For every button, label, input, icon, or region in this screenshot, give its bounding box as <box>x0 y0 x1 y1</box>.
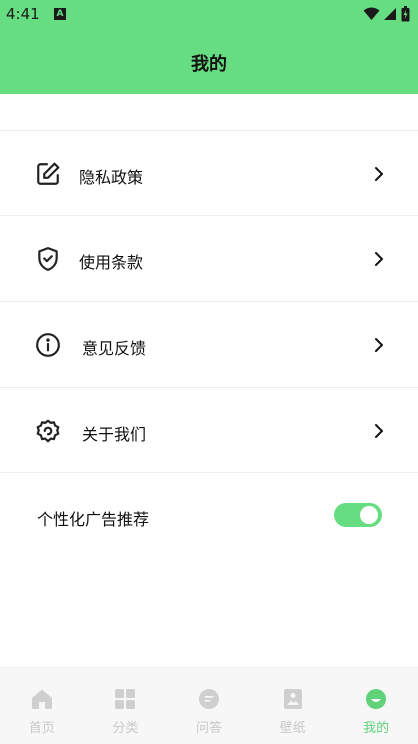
nav-label: 首页 <box>28 721 55 736</box>
profile-icon <box>366 689 387 709</box>
image-icon <box>283 689 302 709</box>
nav-label: 问答 <box>195 721 222 736</box>
nav-tab-home[interactable]: 首页 <box>0 668 84 744</box>
shield-check-icon <box>38 247 58 271</box>
menu-item-privacy-policy[interactable]: 隐私政策 <box>0 131 418 216</box>
nav-label: 分类 <box>112 721 139 736</box>
menu-item-terms-of-use[interactable]: 使用条款 <box>0 216 418 301</box>
app-root: 4:41 A 我的 隐私政策 使用条款 意见反馈 关于我们 个性化广告推荐 首页… <box>0 0 418 744</box>
top-bar: 4:41 A 我的 <box>0 0 418 94</box>
edit-icon <box>37 162 60 185</box>
battery-icon <box>401 6 410 22</box>
chevron-right-icon <box>375 338 383 352</box>
menu-item-feedback[interactable]: 意见反馈 <box>0 302 418 387</box>
chevron-right-icon <box>375 167 383 181</box>
menu-item-label: 隐私政策 <box>79 168 144 187</box>
gear-icon <box>36 419 60 443</box>
home-icon <box>31 689 52 709</box>
bottom-navigation: 首页 分类 问答 壁纸 我的 <box>0 667 418 744</box>
nav-tab-mine[interactable]: 我的 <box>334 668 418 744</box>
chevron-right-icon <box>375 424 383 438</box>
menu-item-about-us[interactable]: 关于我们 <box>0 388 418 473</box>
grid-icon <box>115 689 136 709</box>
personalized-ads-row: 个性化广告推荐 <box>0 473 418 558</box>
toggle-knob <box>360 506 378 524</box>
notification-a-icon: A <box>54 8 66 20</box>
menu-item-label: 使用条款 <box>79 253 144 272</box>
signal-icon <box>384 8 396 20</box>
menu-item-label: 意见反馈 <box>82 339 147 358</box>
chevron-right-icon <box>375 252 383 266</box>
nav-tab-category[interactable]: 分类 <box>84 668 168 744</box>
wifi-icon <box>363 7 380 20</box>
nav-tab-wallpaper[interactable]: 壁纸 <box>251 668 335 744</box>
menu-item-label: 关于我们 <box>82 425 147 444</box>
nav-tab-qa[interactable]: 问答 <box>167 668 251 744</box>
personalized-ads-label: 个性化广告推荐 <box>37 510 150 529</box>
page-title: 我的 <box>191 54 227 75</box>
chat-icon <box>198 689 219 709</box>
status-bar: 4:41 A <box>0 0 418 30</box>
personalized-ads-toggle[interactable] <box>334 503 382 527</box>
nav-label: 壁纸 <box>279 721 306 736</box>
info-icon <box>36 333 60 357</box>
nav-label: 我的 <box>363 721 390 736</box>
status-time: 4:41 <box>6 5 40 23</box>
status-icons <box>363 6 410 22</box>
